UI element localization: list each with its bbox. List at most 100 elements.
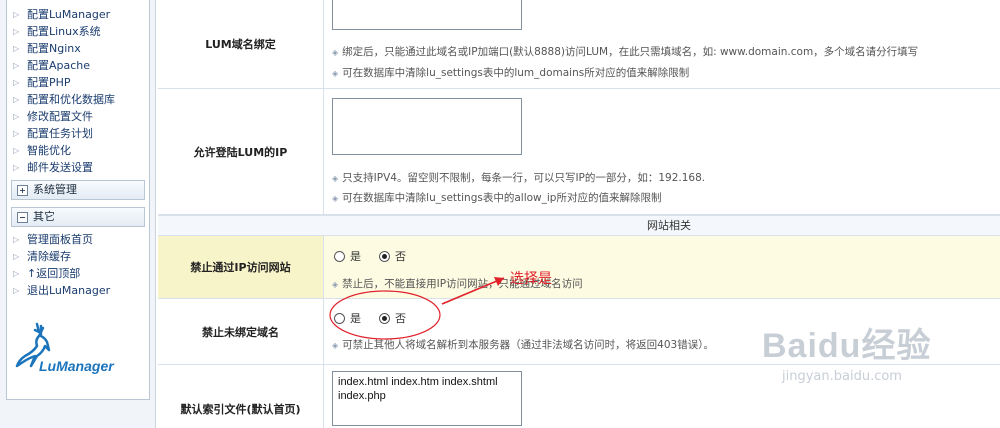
arrow-right-icon: ▷ bbox=[13, 44, 20, 53]
section-label: 其它 bbox=[33, 210, 55, 223]
arrow-right-icon: ▷ bbox=[13, 10, 20, 19]
sidebar: ▷ 配置LuManager ▷ 配置Linux系统 ▷ 配置Nginx ▷ 配置Apac… bbox=[0, 0, 156, 428]
hint-text: 绑定后，只能通过此域名或IP加端口(默认8888)访问LUM，在此只需填域名，如… bbox=[342, 46, 919, 58]
textarea-line: index.php bbox=[338, 390, 386, 402]
hint-line: ◈ 可在数据库中清除lu_settings表中的allow_ip所对应的值来解除限… bbox=[332, 190, 661, 205]
arrow-right-icon: ▷ bbox=[13, 95, 20, 104]
lum-domain-textarea[interactable] bbox=[332, 0, 522, 30]
sidebar-item-config-php[interactable]: ▷ 配置PHP bbox=[13, 74, 149, 91]
sidebar-item-label: 配置Nginx bbox=[27, 42, 81, 55]
sidebar-item-smart-optimize[interactable]: ▷ 智能优化 bbox=[13, 142, 149, 159]
config-menu: ▷ 配置LuManager ▷ 配置Linux系统 ▷ 配置Nginx ▷ 配置Apac… bbox=[7, 0, 149, 176]
radio-no[interactable] bbox=[379, 312, 390, 324]
field-content: 是 否 ◈ 禁止后，不能直接用IP访问网站，只能通过域名访问 bbox=[324, 236, 1000, 298]
radio-yes-label: 是 bbox=[350, 250, 361, 263]
sidebar-item-back-to-top[interactable]: ▷ ↑返回顶部 bbox=[13, 265, 149, 282]
sidebar-item-label: 清除缓存 bbox=[27, 250, 71, 263]
arrow-right-icon: ▷ bbox=[13, 269, 20, 278]
hint-line: ◈ 可禁止其他人将域名解析到本服务器（通过非法域名访问时，将返回403错误）。 bbox=[332, 337, 714, 352]
sidebar-item-config-nginx[interactable]: ▷ 配置Nginx bbox=[13, 40, 149, 57]
hint-line: ◈ 可在数据库中清除lu_settings表中的lum_domains所对应的值来… bbox=[332, 65, 689, 80]
diamond-bullet-icon: ◈ bbox=[332, 194, 339, 203]
hint-text: 可在数据库中清除lu_settings表中的allow_ip所对应的值来解除限制 bbox=[342, 192, 662, 204]
expand-plus-icon bbox=[17, 184, 28, 196]
section-other[interactable]: 其它 bbox=[11, 207, 145, 227]
row-default-index: 默认索引文件(默认首页) index.html index.htm index.… bbox=[158, 365, 1000, 428]
deny-ip-radio-group: 是 否 bbox=[334, 248, 424, 264]
arrow-right-icon: ▷ bbox=[13, 78, 20, 87]
row-deny-unbound-domain: 禁止未绑定域名 是 否 ◈ 可禁止其他人将域名解析到本服务器（通过非法域名访问时，… bbox=[158, 299, 1000, 365]
section-system-management[interactable]: 系统管理 bbox=[11, 180, 145, 200]
radio-yes[interactable] bbox=[334, 312, 345, 324]
annotation-text: 选择是 bbox=[510, 271, 552, 287]
arrow-right-icon: ▷ bbox=[13, 235, 20, 244]
hint-line: ◈ 绑定后，只能通过此域名或IP加端口(默认8888)访问LUM，在此只需填域名，… bbox=[332, 44, 918, 59]
sidebar-item-label: ↑返回顶部 bbox=[27, 267, 81, 280]
sidebar-item-dashboard[interactable]: ▷ 管理面板首页 bbox=[13, 231, 149, 248]
hint-text: 可在数据库中清除lu_settings表中的lum_domains所对应的值来解… bbox=[342, 67, 690, 79]
diamond-bullet-icon: ◈ bbox=[332, 69, 339, 78]
sidebar-item-label: 退出LuManager bbox=[27, 284, 111, 297]
diamond-bullet-icon: ◈ bbox=[332, 341, 339, 350]
allow-ip-textarea[interactable] bbox=[332, 98, 522, 155]
deny-domain-radio-group: 是 否 bbox=[334, 310, 424, 326]
arrow-right-icon: ▷ bbox=[13, 252, 20, 261]
arrow-right-icon: ▷ bbox=[13, 163, 20, 172]
row-deny-ip-access: 禁止通过IP访问网站 是 否 ◈ 禁止后，不能直接用IP访问网站，只能通过域名访问 bbox=[158, 236, 1000, 299]
sidebar-panel: ▷ 配置LuManager ▷ 配置Linux系统 ▷ 配置Nginx ▷ 配置Apac… bbox=[6, 0, 150, 400]
other-menu: ▷ 管理面板首页 ▷ 清除缓存 ▷ ↑返回顶部 ▷ 退出LuManager bbox=[7, 227, 149, 299]
sidebar-item-config-database[interactable]: ▷ 配置和优化数据库 bbox=[13, 91, 149, 108]
field-content: index.html index.htm index.shtml index.p… bbox=[324, 365, 1000, 428]
field-label: 禁止通过IP访问网站 bbox=[158, 236, 324, 298]
field-content: ◈ 只支持IPV4。留空则不限制，每条一行，可以只写IP的一部分，如：192.16… bbox=[324, 89, 1000, 214]
field-label: 默认索引文件(默认首页) bbox=[158, 365, 324, 428]
sidebar-item-label: 修改配置文件 bbox=[27, 110, 93, 123]
sidebar-item-label: 配置PHP bbox=[27, 76, 71, 89]
sidebar-item-label: 管理面板首页 bbox=[27, 233, 93, 246]
arrow-right-icon: ▷ bbox=[13, 146, 20, 155]
radio-no-label: 否 bbox=[395, 250, 406, 263]
sidebar-item-label: 配置Linux系统 bbox=[27, 25, 101, 38]
field-content: ◈ 绑定后，只能通过此域名或IP加端口(默认8888)访问LUM，在此只需填域名，… bbox=[324, 0, 1000, 88]
radio-yes[interactable] bbox=[334, 250, 345, 262]
sidebar-item-mail-settings[interactable]: ▷ 邮件发送设置 bbox=[13, 159, 149, 176]
sidebar-item-label: 配置Apache bbox=[27, 59, 91, 72]
section-label: 系统管理 bbox=[33, 183, 77, 196]
radio-no[interactable] bbox=[379, 250, 390, 262]
sidebar-item-cron[interactable]: ▷ 配置任务计划 bbox=[13, 125, 149, 142]
arrow-right-icon: ▷ bbox=[13, 129, 20, 138]
hint-text: 可禁止其他人将域名解析到本服务器（通过非法域名访问时，将返回403错误）。 bbox=[342, 339, 714, 351]
sidebar-item-config-lumanager[interactable]: ▷ 配置LuManager bbox=[13, 6, 149, 23]
sidebar-item-logout[interactable]: ▷ 退出LuManager bbox=[13, 282, 149, 299]
field-label: 允许登陆LUM的IP bbox=[158, 89, 324, 214]
sidebar-item-clear-cache[interactable]: ▷ 清除缓存 bbox=[13, 248, 149, 265]
default-index-textarea[interactable]: index.html index.htm index.shtml index.p… bbox=[332, 371, 522, 426]
collapse-minus-icon bbox=[17, 211, 28, 223]
sidebar-item-config-linux[interactable]: ▷ 配置Linux系统 bbox=[13, 23, 149, 40]
hint-line: ◈ 只支持IPV4。留空则不限制，每条一行，可以只写IP的一部分，如：192.16… bbox=[332, 170, 705, 185]
arrow-right-icon: ▷ bbox=[13, 61, 20, 70]
row-lum-domain: LUM域名绑定 ◈ 绑定后，只能通过此域名或IP加端口(默认8888)访问LUM，… bbox=[158, 0, 1000, 89]
radio-no-label: 否 bbox=[395, 312, 406, 325]
sidebar-item-config-apache[interactable]: ▷ 配置Apache bbox=[13, 57, 149, 74]
arrow-right-icon: ▷ bbox=[13, 112, 20, 121]
field-label: LUM域名绑定 bbox=[158, 0, 324, 88]
lumanager-logo: LuManager bbox=[15, 322, 145, 382]
logo-text: LuManager bbox=[39, 358, 114, 374]
row-allow-ip: 允许登陆LUM的IP ◈ 只支持IPV4。留空则不限制，每条一行，可以只写IP的一… bbox=[158, 89, 1000, 215]
arrow-right-icon: ▷ bbox=[13, 27, 20, 36]
sidebar-item-label: 配置LuManager bbox=[27, 8, 111, 21]
diamond-bullet-icon: ◈ bbox=[332, 174, 339, 183]
settings-form: LUM域名绑定 ◈ 绑定后，只能通过此域名或IP加端口(默认8888)访问LUM，… bbox=[158, 0, 1000, 428]
sidebar-item-edit-config[interactable]: ▷ 修改配置文件 bbox=[13, 108, 149, 125]
field-content: 是 否 ◈ 可禁止其他人将域名解析到本服务器（通过非法域名访问时，将返回403错误… bbox=[324, 299, 1000, 364]
sidebar-item-label: 智能优化 bbox=[27, 144, 71, 157]
hint-text: 只支持IPV4。留空则不限制，每条一行，可以只写IP的一部分，如：192.168… bbox=[342, 172, 706, 184]
diamond-bullet-icon: ◈ bbox=[332, 280, 339, 289]
section-website-header: 网站相关 bbox=[158, 215, 1000, 236]
radio-yes-label: 是 bbox=[350, 312, 361, 325]
textarea-line: index.html index.htm index.shtml bbox=[338, 376, 498, 388]
arrow-right-icon: ▷ bbox=[13, 286, 20, 295]
sidebar-item-label: 邮件发送设置 bbox=[27, 161, 93, 174]
diamond-bullet-icon: ◈ bbox=[332, 48, 339, 57]
